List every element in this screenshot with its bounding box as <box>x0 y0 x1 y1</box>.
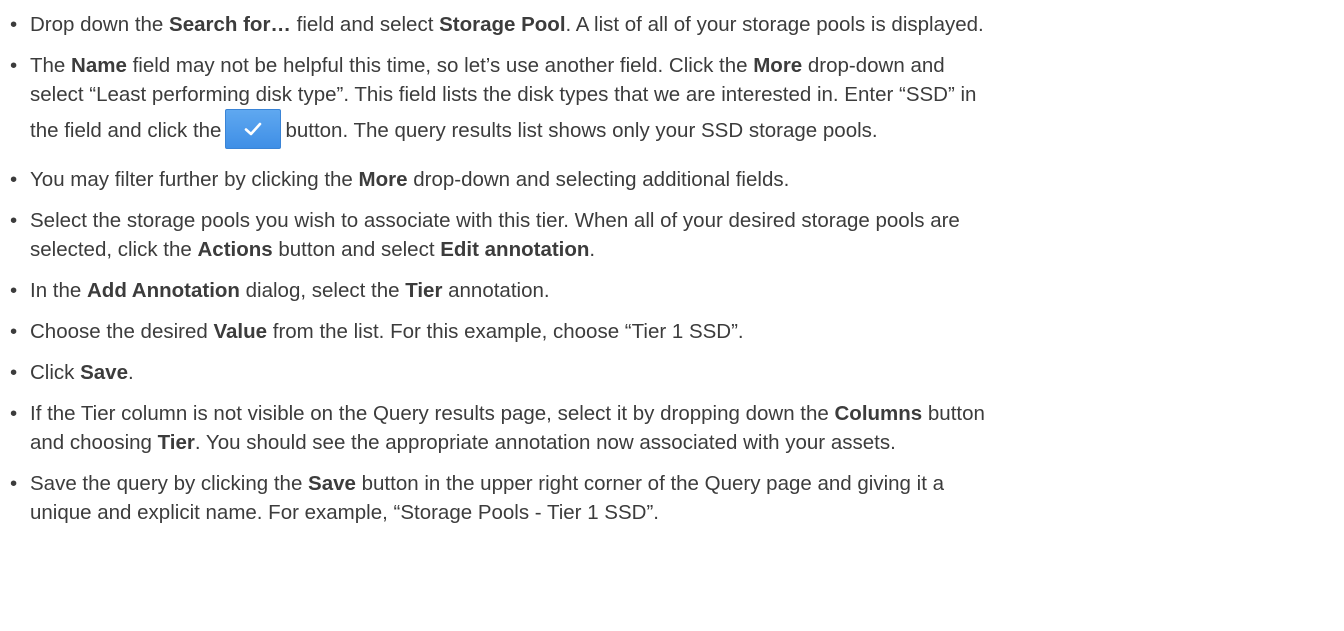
ui-term-edit-annotation: Edit annotation <box>440 238 590 261</box>
ui-term-save: Save <box>308 472 356 495</box>
step-line: Save the query by clicking the Save butt… <box>30 469 1340 498</box>
ui-term-save: Save <box>80 361 128 384</box>
step-text: annotation. <box>442 279 550 302</box>
bullet: • <box>10 168 18 191</box>
step-text: button and select <box>272 238 441 261</box>
step-text: . A list of all of your storage pools is… <box>565 13 984 36</box>
step-text: the field and click the <box>30 119 222 142</box>
ui-term-more: More <box>358 168 408 191</box>
step-text: selected, click the <box>30 238 198 261</box>
step-text: field and select <box>290 13 440 36</box>
step-line: the field and click the button. The query… <box>30 108 1340 153</box>
step-text: If the Tier column is not visible on the… <box>30 402 835 425</box>
bullet: • <box>10 361 18 384</box>
bullet: • <box>10 209 18 232</box>
step-text: dialog, select the <box>239 279 406 302</box>
step-text: Choose the desired <box>30 320 214 343</box>
step-text: . You should see the appropriate annotat… <box>194 431 896 454</box>
ui-term-storage-pool: Storage Pool <box>439 13 566 36</box>
step-text: field may not be helpful this time, so l… <box>126 54 754 77</box>
step-text: In the <box>30 279 87 302</box>
step-8: • If the Tier column is not visible on t… <box>10 399 1340 457</box>
ui-term-tier: Tier <box>157 431 195 454</box>
instructions-document: • Drop down the Search for… field and se… <box>10 0 1340 539</box>
ui-term-value: Value <box>213 320 268 343</box>
step-text: . <box>128 361 134 384</box>
apply-check-button <box>225 108 282 149</box>
ui-term-actions: Actions <box>197 238 273 261</box>
step-line: selected, click the Actions button and s… <box>30 235 1340 264</box>
step-6: • Choose the desired Value from the list… <box>10 317 1340 346</box>
step-text: Click <box>30 361 81 384</box>
ui-term-search-for: Search for… <box>169 13 291 36</box>
bullet: • <box>10 402 18 425</box>
step-line: The Name field may not be helpful this t… <box>30 51 1340 80</box>
steps-list: • Drop down the Search for… field and se… <box>10 10 1340 527</box>
bullet: • <box>10 472 18 495</box>
ui-term-more: More <box>753 54 803 77</box>
ui-term-name: Name <box>71 54 127 77</box>
step-7: • Click Save. <box>10 358 1340 387</box>
step-4: • Select the storage pools you wish to a… <box>10 206 1340 264</box>
step-text: and choosing <box>30 431 158 454</box>
step-text: You may filter further by clicking the <box>30 168 359 191</box>
step-5: • In the Add Annotation dialog, select t… <box>10 276 1340 305</box>
step-text: from the list. For this example, choose … <box>267 320 744 343</box>
ui-term-columns: Columns <box>834 402 923 425</box>
step-text: button in the upper right corner of the … <box>355 472 944 495</box>
step-text: Drop down the <box>30 13 170 36</box>
ui-term-tier: Tier <box>405 279 443 302</box>
step-text: . <box>589 238 596 261</box>
step-line: select “Least performing disk type”. Thi… <box>30 83 977 106</box>
bullet: • <box>10 54 18 77</box>
step-text: drop-down and selecting additional field… <box>407 168 790 191</box>
step-line: Select the storage pools you wish to ass… <box>30 209 960 232</box>
step-line: unique and explicit name. For example, “… <box>30 501 659 524</box>
step-text: The <box>30 54 72 77</box>
step-text: Save the query by clicking the <box>30 472 309 495</box>
step-line: and choosing Tier. You should see the ap… <box>30 428 1340 457</box>
bullet: • <box>10 13 18 36</box>
check-icon <box>245 122 262 135</box>
step-9: • Save the query by clicking the Save bu… <box>10 469 1340 527</box>
step-text: button. The query results list shows onl… <box>285 119 878 142</box>
bullet: • <box>10 320 18 343</box>
step-line: If the Tier column is not visible on the… <box>30 399 1340 428</box>
step-3: • You may filter further by clicking the… <box>10 165 1340 194</box>
bullet: • <box>10 279 18 302</box>
step-2: • The Name field may not be helpful this… <box>10 51 1340 153</box>
ui-term-add-annotation: Add Annotation <box>87 279 240 302</box>
step-1: • Drop down the Search for… field and se… <box>10 10 1340 39</box>
step-text: button <box>922 402 985 425</box>
step-text: drop-down and <box>802 54 945 77</box>
